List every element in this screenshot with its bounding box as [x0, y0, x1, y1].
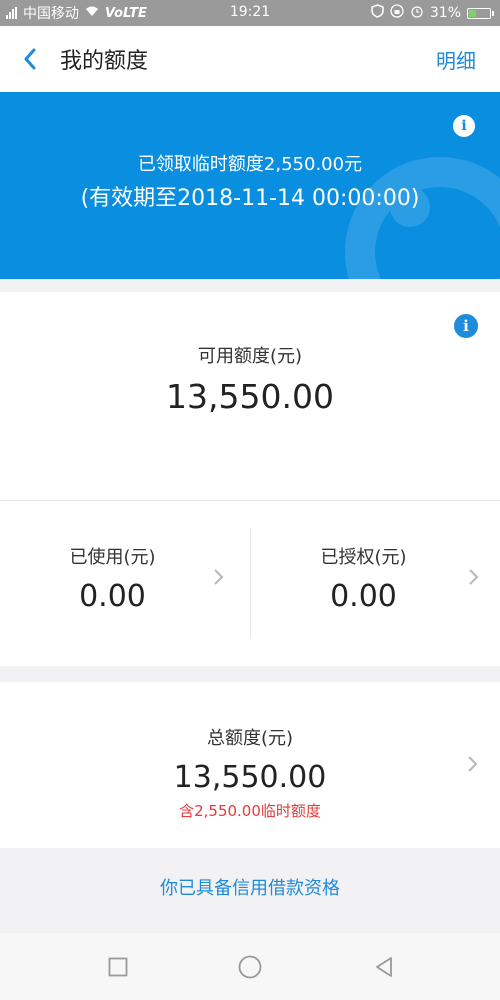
chevron-right-icon: [469, 569, 479, 585]
total-credit-card[interactable]: 总额度(元) 13,550.00 含2,550.00临时额度: [0, 682, 500, 848]
lock-icon: [390, 4, 404, 22]
volte-label: VoLTE: [105, 5, 147, 21]
used-credit-cell[interactable]: 已使用(元) 0.00: [0, 501, 250, 666]
recent-apps-button[interactable]: [106, 955, 130, 979]
authorized-credit-amount: 0.00: [330, 579, 397, 614]
total-credit-label: 总额度(元): [206, 728, 294, 749]
chevron-right-icon: [468, 756, 478, 772]
banner-info-icon[interactable]: i: [453, 115, 475, 137]
back-nav-button[interactable]: [372, 955, 396, 979]
square-icon: [108, 957, 128, 977]
temp-credit-validity: (有效期至2018-11-14 00:00:00): [80, 186, 420, 211]
authorized-credit-label: 已授权(元): [320, 547, 407, 568]
triangle-back-icon: [376, 957, 392, 977]
available-credit-label: 可用额度(元): [197, 346, 303, 367]
battery-percent: 31%: [429, 5, 461, 21]
chevron-left-icon: [24, 48, 36, 70]
chevron-right-icon: [214, 569, 224, 585]
temp-credit-banner: i 已领取临时额度2,550.00元 (有效期至2018-11-14 00:00…: [0, 92, 500, 279]
circle-icon: [238, 955, 262, 979]
signal-icon: [6, 7, 17, 19]
detail-link[interactable]: 明细: [436, 45, 476, 74]
system-nav-bar: [0, 933, 500, 1000]
temp-credit-note: 含2,550.00临时额度: [179, 802, 321, 820]
alarm-icon: [410, 4, 424, 22]
available-credit-amount: 13,550.00: [166, 377, 334, 416]
page-title: 我的额度: [60, 49, 149, 74]
available-info-icon[interactable]: i: [454, 314, 478, 338]
battery-icon: [467, 7, 494, 19]
wifi-icon: [85, 5, 99, 21]
app-header: 我的额度 明细: [0, 26, 500, 92]
total-credit-amount: 13,550.00: [173, 760, 327, 795]
used-credit-label: 已使用(元): [69, 547, 156, 568]
loan-eligibility-link[interactable]: 你已具备信用借款资格: [0, 874, 500, 900]
status-bar: 中国移动 VoLTE 19:21 31%: [0, 0, 500, 26]
carrier-name: 中国移动: [23, 6, 79, 22]
home-button[interactable]: [238, 955, 262, 979]
back-button[interactable]: [0, 26, 60, 92]
temp-credit-text: 已领取临时额度2,550.00元: [137, 154, 363, 175]
authorized-credit-cell[interactable]: 已授权(元) 0.00: [251, 501, 500, 666]
shield-icon: [371, 4, 384, 22]
credit-summary-card: i 可用额度(元) 13,550.00 已使用(元) 0.00 已授权(元) 0…: [0, 292, 500, 666]
used-credit-amount: 0.00: [79, 579, 146, 614]
